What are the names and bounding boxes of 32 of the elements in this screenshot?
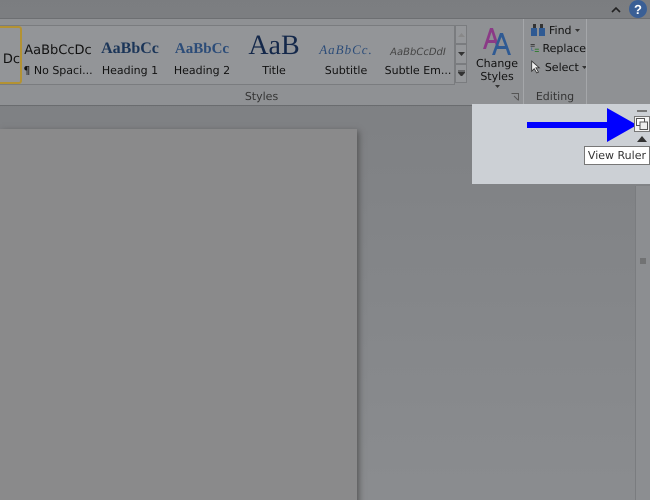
pointer-icon xyxy=(530,59,542,75)
vertical-scrollbar[interactable] xyxy=(635,186,650,500)
style-item[interactable]: AaB Title xyxy=(238,26,310,84)
arrow-icon xyxy=(527,107,637,143)
collapse-ribbon-icon[interactable] xyxy=(611,6,621,12)
style-item[interactable]: AaBbCcDc ¶ No Spaci... xyxy=(22,26,94,84)
style-item[interactable]: AaBbCc. Subtitle xyxy=(310,26,382,84)
select-button[interactable]: Select xyxy=(530,59,586,75)
more-icon xyxy=(458,70,464,76)
down-arrow-icon xyxy=(458,52,464,56)
scroll-grip-icon xyxy=(640,258,646,264)
dropdown-caret-icon xyxy=(494,85,500,88)
find-button[interactable]: Find xyxy=(530,23,586,37)
letters-icon xyxy=(481,25,513,57)
gallery-down-button[interactable] xyxy=(455,44,467,64)
up-arrow-icon xyxy=(458,32,464,37)
help-button[interactable]: ? xyxy=(629,0,647,18)
change-styles-button[interactable]: Change Styles xyxy=(471,25,523,88)
style-item[interactable]: AaBbCcDdI Subtle Em... xyxy=(382,26,454,84)
gallery-more-button[interactable] xyxy=(455,64,467,83)
binoculars-icon xyxy=(530,23,546,37)
ruler-icon xyxy=(636,118,648,130)
style-item[interactable]: AaBbCc Heading 1 xyxy=(94,26,166,84)
view-ruler-button[interactable] xyxy=(634,116,650,132)
style-item[interactable]: Dc xyxy=(0,26,22,84)
replace-button[interactable]: Replace xyxy=(530,40,586,56)
dialog-launcher-icon[interactable] xyxy=(511,93,519,101)
group-label: Styles xyxy=(244,90,278,103)
tooltip: View Ruler xyxy=(584,146,650,165)
scroll-up-icon[interactable] xyxy=(637,136,647,142)
style-item[interactable]: AaBbCc Heading 2 xyxy=(166,26,238,84)
group-label: Editing xyxy=(536,90,574,102)
